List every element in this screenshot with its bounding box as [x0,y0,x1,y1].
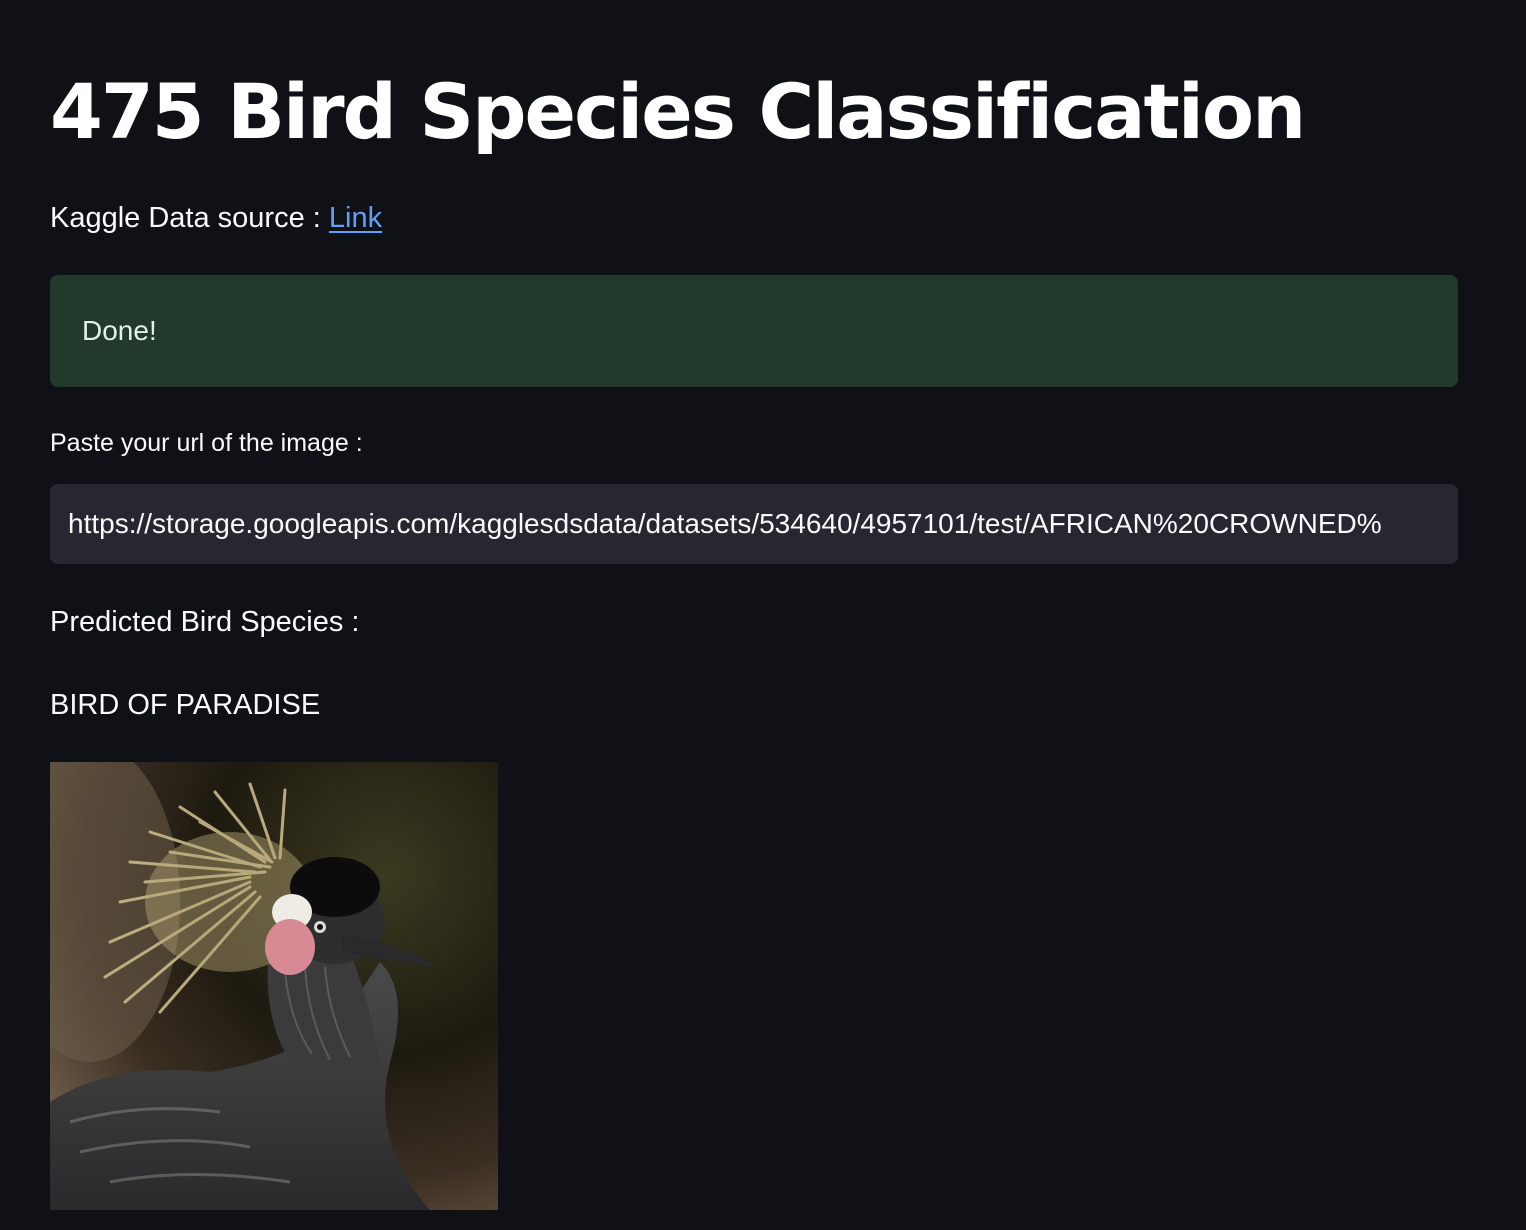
data-source-line: Kaggle Data source : Link [50,198,382,238]
data-source-link[interactable]: Link [329,202,382,234]
prediction-value: BIRD OF PARADISE [50,689,321,721]
success-alert: Done! [50,275,1458,387]
prediction-label: Predicted Bird Species : [50,606,360,638]
data-source-label: Kaggle Data source : [50,202,329,234]
success-message: Done! [82,315,157,346]
image-url-input[interactable] [50,484,1458,564]
url-field-label: Paste your url of the image : [50,429,363,457]
bird-photo [50,762,498,1210]
bird-photo-illustration [50,762,498,1210]
page-title: 475 Bird Species Classification [50,67,1306,156]
